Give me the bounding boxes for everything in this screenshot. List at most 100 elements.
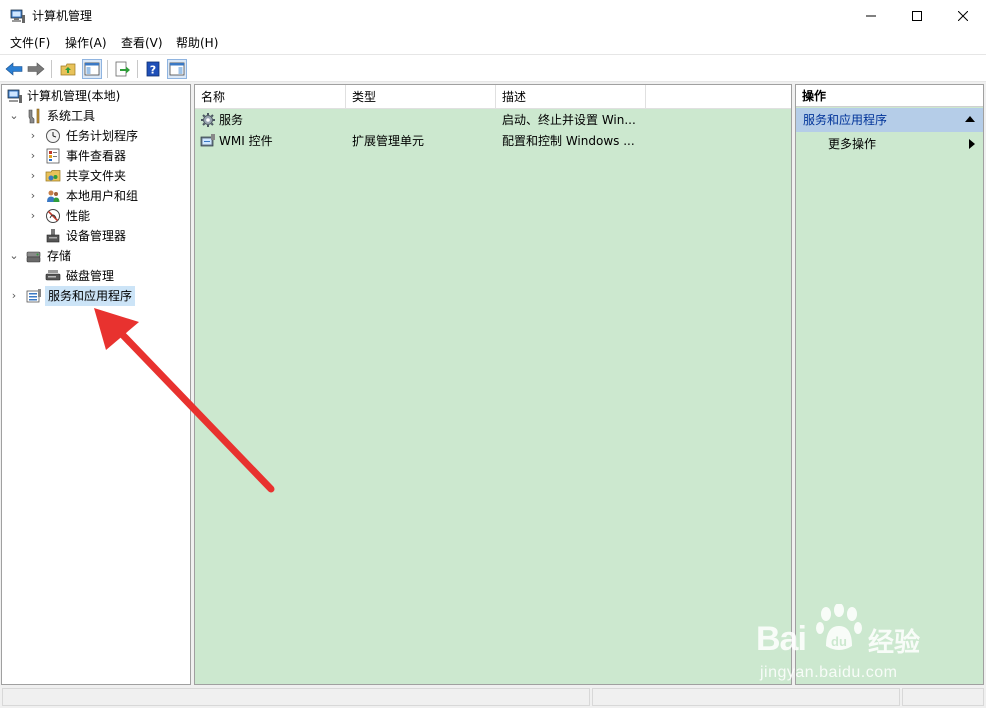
more-actions-label: 更多操作 xyxy=(828,137,877,151)
back-arrow-icon xyxy=(5,62,23,76)
title-bar: 计算机管理 xyxy=(0,0,986,32)
toolbar-separator xyxy=(107,60,108,78)
tree-item-local-users-groups[interactable]: › 本地用户和组 xyxy=(2,186,190,206)
column-header-name[interactable]: 名称 xyxy=(195,85,346,109)
maximize-icon xyxy=(912,11,922,21)
baidu-jingyan-watermark: Bai du 经验 jingyan.baidu.com xyxy=(750,598,940,688)
menu-bar: 文件(F) 操作(A) 查看(V) 帮助(H) xyxy=(0,32,986,54)
results-list: 名称 类型 描述 服务 启动、终止并设置 Win... WMI 控件 扩展管理单… xyxy=(194,84,792,685)
tree-label: 服务和应用程序 xyxy=(45,286,136,306)
expanded-chevron-icon[interactable]: ⌄ xyxy=(8,106,20,126)
status-segment xyxy=(592,688,900,706)
export-list-button[interactable] xyxy=(112,59,132,79)
tree-item-system-tools[interactable]: ⌄ 系统工具 xyxy=(2,106,190,126)
cell-type: 扩展管理单元 xyxy=(352,134,425,148)
tree-label: 设备管理器 xyxy=(66,229,127,243)
collapsed-chevron-icon[interactable]: › xyxy=(8,286,20,306)
column-header-description[interactable]: 描述 xyxy=(496,85,646,109)
cell-name: WMI 控件 xyxy=(219,134,273,148)
forward-arrow-icon xyxy=(27,62,45,76)
tree-item-task-scheduler[interactable]: › 任务计划程序 xyxy=(2,126,190,146)
toolbar: ? xyxy=(0,54,986,82)
tree-label: 本地用户和组 xyxy=(66,189,139,203)
tree-label: 事件查看器 xyxy=(66,149,127,163)
collapsed-chevron-icon[interactable]: › xyxy=(27,186,39,206)
users-icon xyxy=(47,190,60,202)
action-pane-title: 操作 xyxy=(796,85,983,107)
shared-folder-icon xyxy=(45,170,61,182)
menu-help[interactable]: 帮助(H) xyxy=(176,35,218,51)
cell-description: 配置和控制 Windows ... xyxy=(502,134,635,148)
watermark-brand: Bai xyxy=(756,620,807,658)
tree-item-disk-management[interactable]: 磁盘管理 xyxy=(2,266,190,286)
clock-icon xyxy=(46,129,60,143)
export-list-icon xyxy=(115,61,130,77)
column-header-filler xyxy=(646,85,791,109)
collapsed-chevron-icon[interactable]: › xyxy=(27,206,39,226)
help-icon: ? xyxy=(146,61,160,77)
computer-management-icon xyxy=(10,9,25,23)
tree-label: 任务计划程序 xyxy=(66,129,139,143)
back-button[interactable] xyxy=(4,59,24,79)
svg-text:?: ? xyxy=(150,64,156,77)
storage-icon xyxy=(26,251,41,263)
menu-file[interactable]: 文件(F) xyxy=(10,35,50,51)
more-actions-item[interactable]: 更多操作 xyxy=(796,133,983,155)
tree-label: 性能 xyxy=(66,209,91,223)
computer-management-icon xyxy=(7,89,22,103)
toolbar-separator xyxy=(51,60,52,78)
performance-icon xyxy=(46,209,60,223)
collapsed-chevron-icon[interactable]: › xyxy=(27,126,39,146)
watermark-url: jingyan.baidu.com xyxy=(760,664,898,681)
collapse-triangle-icon[interactable] xyxy=(965,116,975,122)
window-title: 计算机管理 xyxy=(32,9,93,23)
tree-label: 计算机管理(本地) xyxy=(27,89,121,103)
toolbar-separator xyxy=(137,60,138,78)
services-applications-icon xyxy=(26,289,41,303)
tree-item-event-viewer[interactable]: › 事件查看器 xyxy=(2,146,190,166)
minimize-button[interactable] xyxy=(848,0,894,32)
event-viewer-icon xyxy=(46,148,60,164)
list-item[interactable]: WMI 控件 扩展管理单元 配置和控制 Windows ... xyxy=(195,131,791,152)
action-pane: 操作 服务和应用程序 更多操作 xyxy=(795,84,984,685)
action-section-label: 服务和应用程序 xyxy=(803,113,888,127)
tree-item-shared-folders[interactable]: › 共享文件夹 xyxy=(2,166,190,186)
svg-text:du: du xyxy=(831,634,847,649)
close-icon xyxy=(958,11,968,21)
list-item[interactable]: 服务 启动、终止并设置 Win... xyxy=(195,110,791,131)
action-section-services-apps[interactable]: 服务和应用程序 xyxy=(796,108,983,132)
minimize-icon xyxy=(866,15,876,17)
device-manager-icon xyxy=(46,229,60,243)
collapsed-chevron-icon[interactable]: › xyxy=(27,146,39,166)
menu-view[interactable]: 查看(V) xyxy=(121,35,163,51)
expanded-chevron-icon[interactable]: ⌄ xyxy=(8,246,20,266)
tree-item-services-and-applications[interactable]: › 服务和应用程序 xyxy=(2,286,190,306)
tree-item-storage[interactable]: ⌄ 存储 xyxy=(2,246,190,266)
tree-item-device-manager[interactable]: 设备管理器 xyxy=(2,226,190,246)
cell-name: 服务 xyxy=(219,113,244,127)
maximize-button[interactable] xyxy=(894,0,940,32)
up-one-level-button[interactable] xyxy=(58,59,78,79)
forward-button[interactable] xyxy=(26,59,46,79)
paw-logo-icon: du xyxy=(816,604,862,650)
services-gear-icon xyxy=(201,113,215,127)
show-hide-tree-button[interactable] xyxy=(82,59,102,79)
tree-label: 共享文件夹 xyxy=(66,169,127,183)
close-button[interactable] xyxy=(940,0,986,32)
status-segment xyxy=(902,688,984,706)
show-hide-tree-icon xyxy=(84,62,100,76)
submenu-arrow-icon xyxy=(969,139,975,149)
tree-item-performance[interactable]: › 性能 xyxy=(2,206,190,226)
console-tree: 计算机管理(本地) ⌄ 系统工具 › 任务计划程序 › 事件查看器 › 共享文件… xyxy=(1,84,191,685)
collapsed-chevron-icon[interactable]: › xyxy=(27,166,39,186)
show-hide-action-pane-button[interactable] xyxy=(167,59,187,79)
disk-management-icon xyxy=(45,270,61,281)
tree-label: 存储 xyxy=(47,249,72,263)
cell-description: 启动、终止并设置 Win... xyxy=(502,113,636,127)
tree-item-root[interactable]: 计算机管理(本地) xyxy=(2,86,190,106)
help-button[interactable]: ? xyxy=(143,59,163,79)
tree-label: 磁盘管理 xyxy=(66,269,115,283)
column-header-type[interactable]: 类型 xyxy=(346,85,496,109)
status-bar xyxy=(0,686,986,708)
menu-action[interactable]: 操作(A) xyxy=(65,35,107,51)
